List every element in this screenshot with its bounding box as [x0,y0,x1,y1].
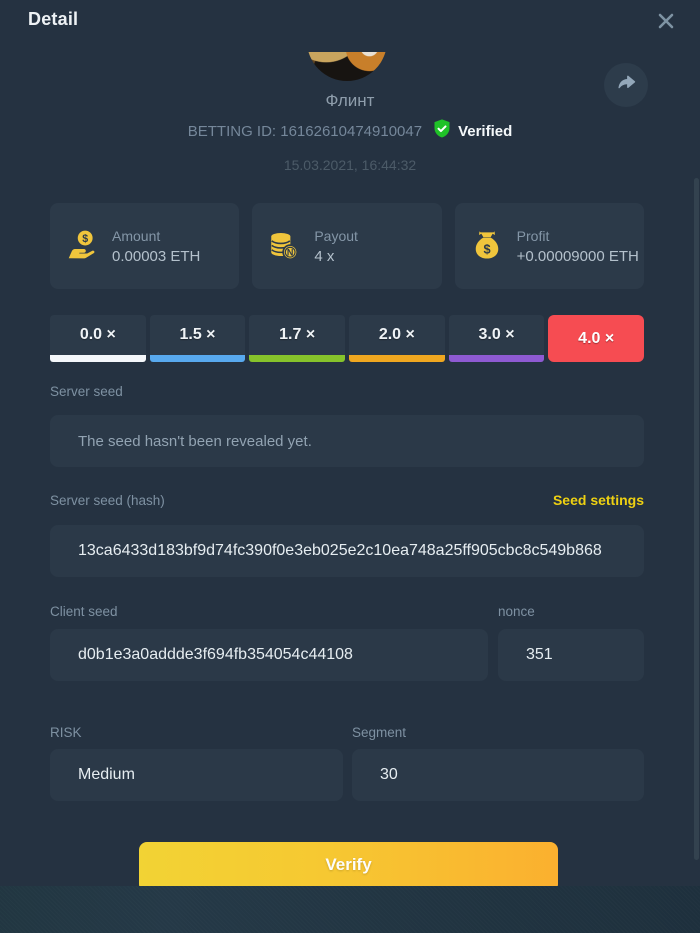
avatar [307,52,387,82]
server-seed-hash-field[interactable]: 13ca6433d183bf9d74fc390f0e3eb025e2c10ea7… [50,525,644,577]
multiplier-button-2[interactable]: 1.7 × [249,315,345,362]
stat-value: +0.00009000 ETH [517,248,639,265]
coins-stack-icon: N [267,229,301,263]
svg-text:$: $ [82,233,88,245]
verify-button[interactable]: Verify [139,842,558,886]
stat-card-amount: $ Amount 0.00003 ETH [50,203,239,289]
share-button[interactable] [604,63,648,107]
stat-label: Payout [314,228,358,244]
hand-coin-icon: $ [65,229,99,263]
page-title: Detail [28,9,78,30]
risk-label: RISK [50,725,82,740]
seed-settings-link[interactable]: Seed settings [553,492,644,508]
nonce-label: nonce [498,604,535,619]
multiplier-label: 2.0 × [379,326,415,343]
stat-label: Amount [112,228,200,244]
multiplier-label: 1.5 × [179,326,215,343]
stat-cards: $ Amount 0.00003 ETH [50,203,644,289]
segment-label: Segment [352,725,406,740]
nonce-field[interactable]: 351 [498,629,644,681]
bet-datetime: 15.03.2021, 16:44:32 [0,157,700,173]
server-seed-value: The seed hasn't been revealed yet. [50,433,312,450]
stat-card-profit: $ Profit +0.00009000 ETH [455,203,644,289]
multiplier-button-0[interactable]: 0.0 × [50,315,146,362]
multiplier-row: 0.0 × 1.5 × 1.7 × 2.0 × 3.0 × 4.0 × [50,315,644,362]
multiplier-underline [349,355,445,362]
stat-value: 4 x [314,248,358,265]
stat-card-payout: N Payout 4 x [252,203,441,289]
detail-modal: Detail Флинт BETTING ID: 161626104749100… [0,0,700,886]
multiplier-underline [50,355,146,362]
server-seed-hash-value: 13ca6433d183bf9d74fc390f0e3eb025e2c10ea7… [50,542,602,560]
risk-field[interactable]: Medium [50,749,343,801]
multiplier-label: 0.0 × [80,326,116,343]
server-seed-label: Server seed [50,384,123,399]
page-background: Detail Флинт BETTING ID: 161626104749100… [0,0,700,933]
verified-label: Verified [458,123,512,140]
server-seed-hash-label: Server seed (hash) [50,493,165,508]
close-icon [656,11,676,31]
server-seed-field[interactable]: The seed hasn't been revealed yet. [50,415,644,467]
username: Флинт [0,91,700,111]
segment-field[interactable]: 30 [352,749,644,801]
shield-check-icon [432,118,452,145]
multiplier-label: 4.0 × [578,330,614,347]
betting-id: BETTING ID: 16162610474910047 [188,123,422,140]
nonce-value: 351 [498,646,553,664]
money-bag-icon: $ [470,229,504,263]
segment-value: 30 [352,766,398,784]
svg-text:$: $ [483,241,490,256]
multiplier-underline [150,355,246,362]
client-seed-label: Client seed [50,604,118,619]
multiplier-underline [449,355,545,362]
share-arrow-icon [615,72,637,99]
multiplier-button-5-selected[interactable]: 4.0 × [548,315,644,362]
svg-text:N: N [287,248,294,258]
client-seed-value: d0b1e3a0addde3f694fb354054c44108 [50,646,353,664]
verified-badge: Verified [432,118,512,145]
risk-value: Medium [50,766,135,784]
stat-value: 0.00003 ETH [112,248,200,265]
multiplier-label: 3.0 × [479,326,515,343]
multiplier-underline [249,355,345,362]
client-seed-field[interactable]: d0b1e3a0addde3f694fb354054c44108 [50,629,488,681]
close-button[interactable] [656,11,676,31]
multiplier-button-3[interactable]: 2.0 × [349,315,445,362]
multiplier-button-1[interactable]: 1.5 × [150,315,246,362]
multiplier-button-4[interactable]: 3.0 × [449,315,545,362]
avatar-image [307,52,387,81]
stat-label: Profit [517,228,639,244]
multiplier-label: 1.7 × [279,326,315,343]
betting-id-row: BETTING ID: 16162610474910047 Verified [0,118,700,145]
scrollbar[interactable] [694,178,699,860]
